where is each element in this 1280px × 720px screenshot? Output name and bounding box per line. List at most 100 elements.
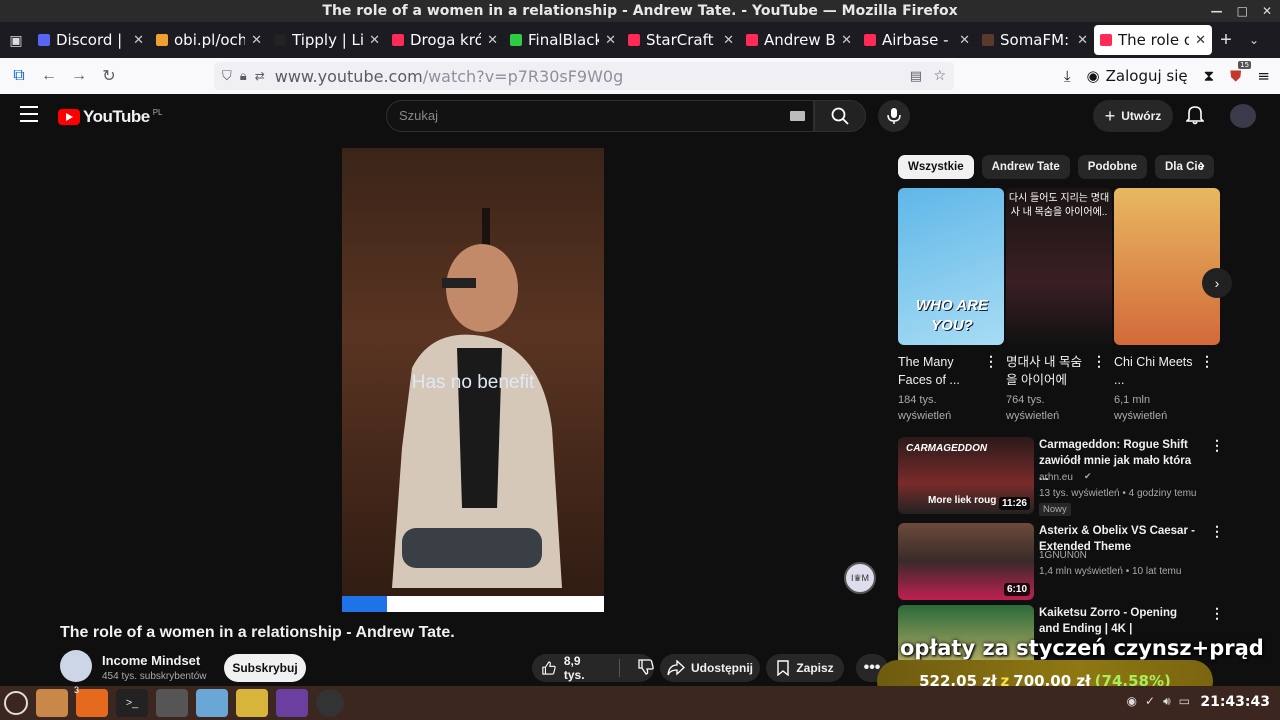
like-button[interactable]: 8,9 tys. <box>542 654 599 682</box>
tab-overflow-chevron-icon[interactable]: ⌄ <box>1240 33 1268 47</box>
url-bar[interactable]: ⛉ 🔒︎ ⇄ www.youtube.com/watch?v=p7R30sF9W… <box>214 62 954 90</box>
tab-close-icon[interactable]: ✕ <box>487 33 498 48</box>
tab-list-icon[interactable]: ▣ <box>0 32 32 49</box>
forward-button[interactable]: → <box>64 67 94 85</box>
tray-icon[interactable]: ◉ <box>1127 694 1137 709</box>
more-vertical-icon[interactable]: ⋮ <box>984 353 998 370</box>
steam-icon[interactable] <box>156 689 188 717</box>
keyboard-icon[interactable] <box>790 111 805 121</box>
firefox-icon[interactable]: 3 <box>74 685 108 717</box>
search-button[interactable] <box>814 100 866 132</box>
text-editor-icon[interactable] <box>196 689 228 717</box>
search-input[interactable]: Szukaj <box>386 100 814 132</box>
tab-2[interactable]: Tipply | Lis ✕ <box>268 25 386 55</box>
obs-icon[interactable] <box>316 689 344 717</box>
permissions-icon[interactable]: ⇄ <box>255 69 265 83</box>
more-vertical-icon[interactable]: ⋮ <box>1210 523 1224 540</box>
volume-icon[interactable]: 🔊︎ <box>1163 694 1171 709</box>
chip-1[interactable]: Andrew Tate <box>981 155 1070 179</box>
tab-close-icon[interactable]: ✕ <box>605 33 616 48</box>
short-thumbnail[interactable] <box>1114 188 1220 345</box>
chips-next-chevron-icon[interactable]: › <box>1192 155 1212 179</box>
video-progress-bar[interactable] <box>342 596 604 612</box>
network-icon[interactable]: ✓ <box>1145 694 1155 709</box>
sidebar-icon[interactable]: ⧉ <box>4 67 34 85</box>
tab-favicon-icon <box>510 34 522 46</box>
app-menu-icon[interactable]: ≡ <box>1257 67 1270 85</box>
reader-view-icon[interactable]: ▤ <box>910 69 922 84</box>
short-card[interactable]: WHO ARE YOU? The Many Faces of ... 184 tys… <box>898 188 1004 424</box>
share-button[interactable]: Udostępnij <box>660 654 760 682</box>
video-channel[interactable]: 1GNUN0N <box>1039 549 1087 563</box>
tab-7[interactable]: Airbase - M ✕ <box>858 25 976 55</box>
voice-search-button[interactable] <box>878 100 910 132</box>
chip-0[interactable]: Wszystkie <box>898 155 974 179</box>
terminal-icon[interactable]: >_ <box>116 689 148 717</box>
bookmark-star-icon[interactable]: ☆ <box>933 68 946 84</box>
save-button[interactable]: Zapisz <box>766 654 844 682</box>
short-thumbnail[interactable]: WHO ARE YOU? <box>898 188 1004 345</box>
headphones-icon[interactable] <box>276 689 308 717</box>
tab-close-icon[interactable]: ✕ <box>369 33 380 48</box>
tab-close-icon[interactable]: ✕ <box>133 33 144 48</box>
hamburger-menu-icon[interactable] <box>20 106 38 122</box>
dislike-button[interactable] <box>638 658 654 678</box>
shorts-next-button[interactable]: › <box>1202 268 1232 298</box>
account-icon: ◉ <box>1086 67 1100 85</box>
shield-icon[interactable]: ⛉ <box>222 69 232 84</box>
youtube-logo[interactable]: YouTube PL <box>58 107 163 127</box>
tab-close-icon[interactable]: ✕ <box>959 33 970 48</box>
tab-5[interactable]: StarCraft - ✕ <box>622 25 740 55</box>
tab-3[interactable]: Droga król ✕ <box>386 25 504 55</box>
channel-watermark[interactable]: I♛M <box>844 562 876 594</box>
more-vertical-icon[interactable]: ⋮ <box>1092 353 1106 370</box>
tab-9[interactable]: The role of ✕ <box>1094 25 1212 55</box>
user-avatar[interactable] <box>1230 104 1256 128</box>
more-vertical-icon[interactable]: ⋮ <box>1210 605 1224 622</box>
short-card[interactable]: Chi Chi Meets ... 6,1 mln wyświetleń ⋮ <box>1114 188 1220 424</box>
notifications-button[interactable] <box>1185 105 1205 130</box>
tab-close-icon[interactable]: ✕ <box>1195 33 1206 48</box>
video-channel[interactable]: arhn.eu <box>1039 471 1073 485</box>
tab-8[interactable]: SomaFM: T ✕ <box>976 25 1094 55</box>
tab-6[interactable]: Andrew Be ✕ <box>740 25 858 55</box>
maximize-icon[interactable]: □ <box>1237 0 1248 22</box>
short-card[interactable]: 다시 들어도 지리는 명대사 내 목숨을 아이어에.. 명대사 내 목숨을 아이어… <box>1006 188 1112 424</box>
short-thumbnail[interactable]: 다시 들어도 지리는 명대사 내 목숨을 아이어에.. <box>1006 188 1112 345</box>
tab-close-icon[interactable]: ✕ <box>841 33 852 48</box>
extensions-icon[interactable]: ⧗ <box>1204 67 1215 85</box>
reload-button[interactable]: ↻ <box>94 66 124 86</box>
more-vertical-icon[interactable]: ⋮ <box>1210 437 1224 454</box>
video-thumbnail[interactable]: CARMAGEDDON More liek roug 11:26 <box>898 437 1034 514</box>
new-tab-button[interactable]: + <box>1212 29 1240 52</box>
channel-name[interactable]: Income Mindset <box>102 653 200 668</box>
chip-2[interactable]: Podobne <box>1077 155 1147 179</box>
tab-4[interactable]: FinalBlackp ✕ <box>504 25 622 55</box>
back-button[interactable]: ← <box>34 67 64 85</box>
tab-1[interactable]: obi.pl/ochr ✕ <box>150 25 268 55</box>
app-launcher-icon[interactable] <box>4 691 28 715</box>
shield-app-icon[interactable] <box>236 689 268 717</box>
related-video[interactable]: CARMAGEDDON More liek roug 11:26 Carmageddo… <box>898 437 1224 517</box>
more-vertical-icon[interactable]: ⋮ <box>1200 353 1214 370</box>
clock[interactable]: 21:43:43 <box>1200 694 1270 710</box>
minimize-icon[interactable]: — <box>1211 0 1223 22</box>
channel-avatar[interactable] <box>60 650 92 682</box>
close-window-icon[interactable]: ✕ <box>1262 0 1272 22</box>
video-player[interactable]: Has no benefit <box>342 148 604 612</box>
ublock-icon[interactable]: ⛊ 15 <box>1230 61 1252 85</box>
subscribe-button[interactable]: Subskrybuj <box>224 654 306 682</box>
video-thumbnail[interactable]: 6:10 <box>898 523 1034 600</box>
lock-icon[interactable]: 🔒︎ <box>240 69 247 84</box>
battery-icon[interactable]: ▭ <box>1179 694 1190 709</box>
downloads-icon[interactable]: ⤓ <box>1064 67 1071 85</box>
tab-0[interactable]: Discord | # ✕ <box>32 25 150 55</box>
tab-close-icon[interactable]: ✕ <box>1077 33 1088 48</box>
file-manager-icon[interactable] <box>36 689 68 717</box>
create-button[interactable]: + Utwórz <box>1093 100 1173 132</box>
tab-close-icon[interactable]: ✕ <box>723 33 734 48</box>
tab-close-icon[interactable]: ✕ <box>251 33 262 48</box>
account-button[interactable]: ◉ Zaloguj się <box>1087 67 1188 85</box>
related-video[interactable]: 6:10 Asterix & Obelix VS Caesar - Extende… <box>898 523 1224 603</box>
os-taskbar: 3 >_ ◉ ✓ 🔊︎ ▭ 21:43:43 <box>0 685 1280 720</box>
